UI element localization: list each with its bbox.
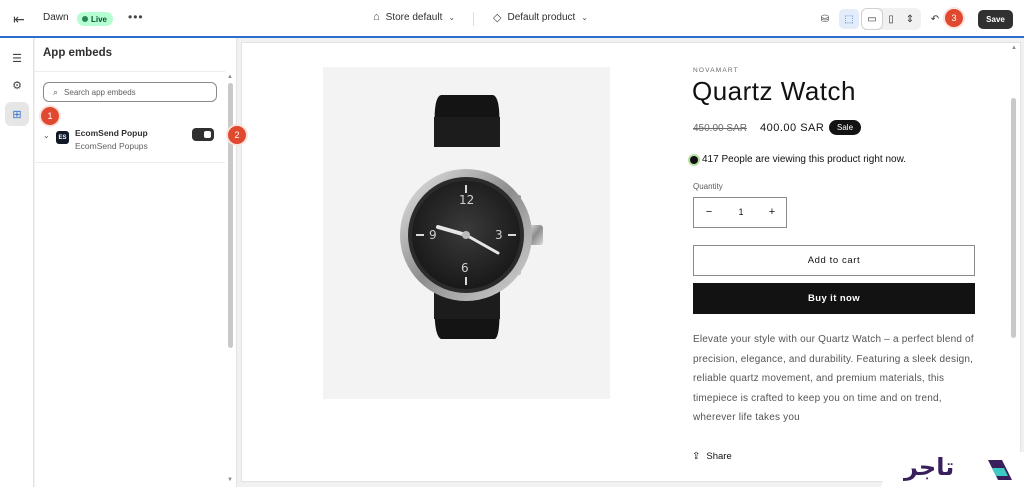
store-selector[interactable]: ⌂ Store default ⌄: [373, 11, 455, 23]
watch-image: 12 3 6 9: [400, 95, 543, 339]
annotation-badge: 1: [41, 107, 59, 125]
annotation-badge: 3: [945, 9, 963, 27]
compare-at-price: 450.00 SAR: [693, 123, 747, 134]
svg-text:6: 6: [461, 261, 469, 275]
ecomsend-logo-icon: ES: [56, 131, 69, 144]
desktop-icon[interactable]: ▭: [862, 9, 882, 29]
share-label: Share: [706, 451, 732, 462]
svg-text:12: 12: [459, 193, 474, 207]
pulse-dot-icon: [690, 155, 698, 164]
live-badge: Live: [77, 12, 114, 26]
product-description: Elevate your style with our Quartz Watch…: [693, 334, 974, 423]
live-viewers: 417 People are viewing this product righ…: [690, 154, 906, 165]
scroll-up-icon[interactable]: ▲: [227, 74, 233, 80]
share-button[interactable]: ⇪ Share: [692, 451, 732, 462]
embed-provider: EcomSend Popups: [75, 141, 148, 151]
quantity-stepper: − 1 +: [693, 197, 787, 228]
inspector-icon[interactable]: ⛁: [815, 9, 835, 29]
share-icon: ⇪: [692, 451, 701, 462]
scroll-down-icon[interactable]: ▼: [227, 477, 233, 483]
preview-scrollbar-thumb[interactable]: [1011, 98, 1016, 338]
select-element-icon[interactable]: ⬚: [839, 9, 859, 29]
app-embed-item[interactable]: ⌄ ES EcomSend Popup EcomSend Popups: [35, 123, 225, 163]
add-to-cart-button[interactable]: Add to cart: [693, 245, 975, 276]
fullwidth-icon[interactable]: ⇕: [900, 9, 920, 29]
more-actions-button[interactable]: •••: [128, 10, 144, 24]
scrollbar-thumb[interactable]: [228, 83, 233, 348]
annotation-badge: 2: [228, 126, 246, 144]
product-vendor: NOVAMART: [693, 67, 739, 74]
svg-text:3: 3: [495, 228, 503, 242]
app-embeds-icon[interactable]: ⊞: [5, 102, 29, 126]
svg-text:9: 9: [429, 228, 437, 242]
panel-title: App embeds: [43, 47, 113, 59]
mobile-icon[interactable]: ▯: [881, 9, 901, 29]
live-dot: [82, 16, 88, 22]
sale-badge: Sale: [829, 120, 862, 135]
template-selector-label: Default product: [507, 12, 576, 23]
tag-icon: ◇: [493, 12, 502, 24]
watermark-text: تاجر: [904, 453, 955, 481]
scroll-up-icon[interactable]: ▲: [1011, 45, 1017, 51]
quantity-minus-button[interactable]: −: [702, 206, 716, 218]
divider: [473, 12, 474, 26]
top-bar: ⇤ Dawn Live ••• ⌂ Store default ⌄ ◇ Defa…: [0, 0, 1024, 38]
embed-toggle[interactable]: [192, 128, 214, 141]
search-input[interactable]: [64, 87, 205, 97]
store-selector-label: Store default: [385, 11, 443, 23]
quantity-label: Quantity: [693, 182, 723, 191]
product-title: Quartz Watch: [692, 76, 856, 106]
chevron-down-icon: ⌄: [448, 12, 456, 22]
product-price: 400.00 SAR: [760, 122, 825, 134]
theme-name: Dawn: [43, 12, 69, 23]
save-button[interactable]: Save: [978, 10, 1013, 29]
toggle-knob: [204, 131, 211, 138]
store-icon: ⌂: [373, 11, 380, 23]
template-selector[interactable]: ◇ Default product ⌄: [493, 11, 588, 24]
sections-icon[interactable]: ☰: [5, 46, 29, 70]
quantity-value[interactable]: 1: [731, 207, 751, 217]
sidebar-rail: ☰ ⚙ ⊞: [0, 38, 34, 487]
settings-icon[interactable]: ⚙: [5, 73, 29, 97]
quantity-plus-button[interactable]: +: [765, 206, 779, 218]
viewers-text: 417 People are viewing this product righ…: [702, 154, 907, 165]
search-field[interactable]: ⌕: [43, 82, 217, 102]
buy-now-button[interactable]: Buy it now: [693, 283, 975, 314]
divider: [35, 71, 225, 72]
embed-name: EcomSend Popup: [75, 128, 148, 138]
product-image: 12 3 6 9: [323, 67, 610, 399]
chevron-down-icon[interactable]: ⌄: [43, 131, 50, 140]
search-icon: ⌕: [53, 86, 59, 97]
watermark-logo-icon: [988, 460, 1012, 480]
app-embeds-panel: App embeds ⌕ ⌄ ES EcomSend Popup EcomSen…: [35, 38, 237, 487]
chevron-down-icon: ⌄: [581, 13, 588, 22]
live-label: Live: [91, 14, 108, 24]
exit-icon[interactable]: ⇤: [10, 10, 28, 28]
undo-icon[interactable]: ↶: [925, 9, 945, 29]
